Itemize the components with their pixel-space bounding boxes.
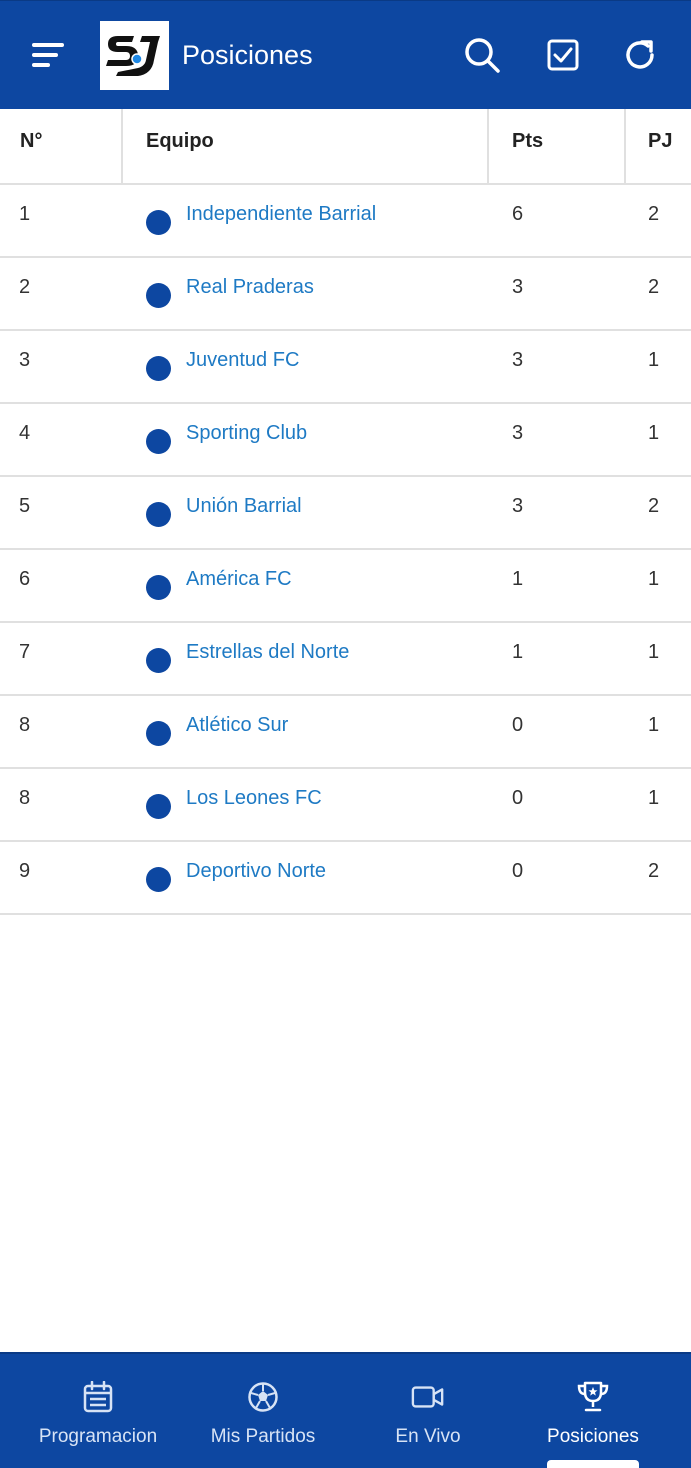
app-header: Posiciones [0,0,691,109]
row-position: 8 [19,714,31,736]
team-badge-icon [146,210,171,235]
row-points: 3 [512,276,524,298]
search-icon [465,38,500,73]
team-badge-icon [146,575,171,600]
team-badge-icon [146,429,171,454]
trophy-icon [577,1381,609,1412]
row-position: 5 [19,495,31,517]
column-header-team[interactable]: Equipo [123,109,489,183]
team-link[interactable]: Juventud FC [186,347,299,373]
team-badge-icon [146,721,171,746]
bottom-navigation: Programacion Mis Partidos En Vivo Posici… [0,1352,691,1468]
refresh-icon [626,40,654,69]
row-played: 1 [648,349,660,371]
menu-icon-bar [32,53,58,57]
app-logo [100,21,169,90]
column-header-points[interactable]: Pts [489,109,626,183]
checkbox-icon [547,39,579,71]
table-row[interactable]: 4 Sporting Club 3 1 [0,404,691,477]
team-link[interactable]: Atlético Sur [186,712,288,738]
row-position: 9 [19,860,31,882]
team-link[interactable]: Los Leones FC [186,785,322,811]
soccer-ball-icon [248,1382,278,1412]
row-position: 6 [19,568,31,590]
search-button[interactable] [460,33,504,77]
row-played: 1 [648,714,660,736]
team-badge-icon [146,356,171,381]
row-played: 2 [648,276,660,298]
table-row[interactable]: 6 América FC 1 1 [0,550,691,623]
row-points: 0 [512,787,524,809]
standings-table: N° Equipo Pts PJ 1 Independiente Barrial… [0,109,691,915]
team-badge-icon [146,648,171,673]
team-link[interactable]: Deportivo Norte [186,858,326,884]
row-position: 7 [19,641,31,663]
nav-label: Posiciones [547,1426,639,1447]
column-header-position[interactable]: N° [0,109,123,183]
table-row[interactable]: 8 Los Leones FC 0 1 [0,769,691,842]
row-played: 2 [648,203,660,225]
menu-icon-bar [32,63,50,67]
team-link[interactable]: Sporting Club [186,420,307,446]
refresh-button[interactable] [618,33,662,77]
table-row[interactable]: 1 Independiente Barrial 6 2 [0,185,691,258]
calendar-icon [83,1381,113,1413]
row-points: 0 [512,860,524,882]
table-row[interactable]: 3 Juventud FC 3 1 [0,331,691,404]
row-position: 3 [19,349,31,371]
menu-icon [32,43,64,47]
page-title: Posiciones [182,40,313,70]
table-row[interactable]: 7 Estrellas del Norte 1 1 [0,623,691,696]
table-row[interactable]: 9 Deportivo Norte 0 2 [0,842,691,915]
video-camera-icon [411,1386,444,1408]
table-row[interactable]: 5 Unión Barrial 3 2 [0,477,691,550]
nav-item-en-vivo[interactable]: En Vivo [342,1354,514,1468]
team-badge-icon [146,502,171,527]
nav-item-mis-partidos[interactable]: Mis Partidos [177,1354,349,1468]
menu-button[interactable] [28,37,68,73]
nav-item-posiciones[interactable]: Posiciones [507,1354,679,1468]
team-badge-icon [146,283,171,308]
row-position: 1 [19,203,31,225]
team-link[interactable]: Unión Barrial [186,493,302,519]
row-position: 4 [19,422,31,444]
row-points: 3 [512,422,524,444]
row-played: 2 [648,860,660,882]
team-badge-icon [146,867,171,892]
team-link[interactable]: Estrellas del Norte [186,639,349,665]
row-played: 1 [648,787,660,809]
row-points: 3 [512,495,524,517]
row-position: 8 [19,787,31,809]
nav-label: En Vivo [395,1426,461,1447]
nav-label: Programacion [38,1426,158,1447]
team-badge-icon [146,794,171,819]
nav-item-programacion[interactable]: Programacion [12,1354,184,1468]
team-link[interactable]: Independiente Barrial [186,201,376,227]
team-link[interactable]: Real Praderas [186,274,314,300]
active-tab-indicator [547,1460,639,1468]
row-points: 1 [512,568,524,590]
select-button[interactable] [541,33,585,77]
row-points: 0 [512,714,524,736]
row-played: 1 [648,641,660,663]
table-header: N° Equipo Pts PJ [0,109,691,185]
row-played: 1 [648,422,660,444]
row-points: 3 [512,349,524,371]
row-played: 2 [648,495,660,517]
app-root: Posiciones N° Equipo Pts PJ 1 Independie… [0,0,691,1468]
nav-label: Mis Partidos [210,1426,316,1447]
team-link[interactable]: América FC [186,566,292,592]
row-position: 2 [19,276,31,298]
table-row[interactable]: 2 Real Praderas 3 2 [0,258,691,331]
table-row[interactable]: 8 Atlético Sur 0 1 [0,696,691,769]
row-played: 1 [648,568,660,590]
row-points: 1 [512,641,524,663]
row-points: 6 [512,203,524,225]
column-header-played[interactable]: PJ [626,109,691,183]
